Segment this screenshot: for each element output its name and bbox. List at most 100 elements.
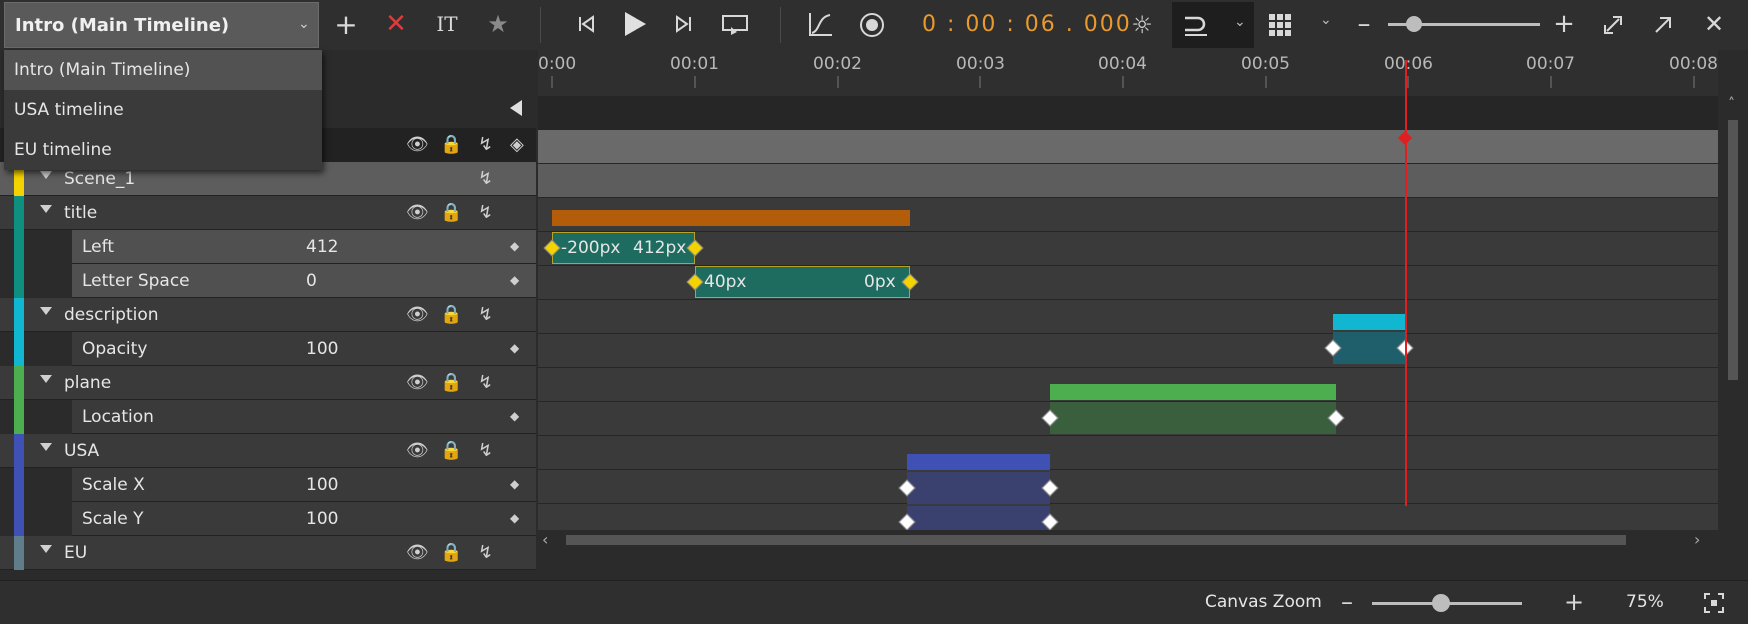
timeline-zoom-slider[interactable] (1388, 16, 1540, 32)
playhead-line[interactable] (1405, 60, 1407, 506)
keyframe-icon[interactable]: ◆ (510, 341, 519, 355)
usa-clip-bar[interactable] (907, 454, 1050, 470)
expand-icon[interactable] (40, 205, 52, 213)
property-row[interactable]: Letter Space 0 ◆ (72, 264, 536, 298)
canvas-zoom-value[interactable]: 75% (1626, 592, 1664, 612)
property-row[interactable]: Scale X 100 ◆ (72, 468, 536, 502)
keyframe-icon[interactable]: ◆ (510, 239, 519, 253)
opacity-tween[interactable] (1333, 332, 1405, 364)
lock-icon[interactable]: 🔒 (440, 134, 462, 155)
lock-icon[interactable]: 🔒 (440, 202, 462, 223)
menu-item-usa[interactable]: USA timeline (4, 90, 322, 130)
time-ruler[interactable]: 0:00 00:01 00:02 00:03 00:04 00:05 00:06… (538, 50, 1718, 126)
timeline-selector[interactable]: Intro (Main Timeline) ⌄ (4, 2, 319, 48)
layer-row-usa[interactable]: USA 👁 🔒 ↯ (0, 434, 536, 468)
track-title[interactable] (538, 164, 1718, 198)
lightning-icon[interactable]: ↯ (478, 304, 493, 325)
eye-icon[interactable]: 👁 (406, 440, 429, 461)
property-row[interactable]: Left 412 ◆ (72, 230, 536, 264)
fit-screen-icon[interactable] (1700, 589, 1728, 617)
title-clip-bar[interactable] (552, 210, 910, 226)
easing-graph-icon[interactable] (803, 8, 837, 42)
eye-icon[interactable]: 👁 (406, 134, 429, 155)
expand-icon[interactable] (40, 443, 52, 451)
record-icon[interactable] (855, 8, 889, 42)
text-size-icon[interactable]: IT (430, 8, 464, 40)
description-clip-bar[interactable] (1333, 314, 1405, 330)
light-bulb-icon[interactable]: ☼ (1125, 8, 1159, 42)
lightning-icon[interactable]: ↯ (478, 542, 493, 563)
horizontal-scrollbar[interactable]: ‹ › (538, 530, 1718, 550)
track-scale-x[interactable] (538, 436, 1718, 470)
scrollbar-thumb[interactable] (1728, 120, 1738, 380)
chevron-down-icon[interactable]: ⌄ (1320, 12, 1332, 28)
add-icon[interactable]: + (330, 8, 362, 41)
location-tween[interactable] (1050, 402, 1336, 434)
layer-row-title[interactable]: title 👁 🔒 ↯ (0, 196, 536, 230)
expand-icon[interactable] (40, 307, 52, 315)
lightning-icon[interactable]: ↯ (478, 168, 493, 189)
lightning-icon[interactable]: ↯ (478, 440, 493, 461)
property-value[interactable]: 100 (306, 475, 338, 495)
menu-item-eu[interactable]: EU timeline (4, 130, 322, 170)
layer-row-description[interactable]: description 👁 🔒 ↯ (0, 298, 536, 332)
property-row[interactable]: Opacity 100 ◆ (72, 332, 536, 366)
popout-icon[interactable] (1648, 10, 1678, 40)
property-row[interactable]: Location ◆ (72, 400, 536, 434)
expand-icon[interactable] (40, 171, 52, 179)
lock-icon[interactable]: 🔒 (440, 304, 462, 325)
property-value[interactable]: 412 (306, 237, 338, 257)
track-opacity[interactable] (538, 300, 1718, 334)
property-value[interactable]: 100 (306, 509, 338, 529)
track-scale-y[interactable] (538, 470, 1718, 504)
grid-icon[interactable] (1265, 10, 1295, 40)
vertical-scrollbar[interactable]: ˄ (1718, 96, 1748, 550)
lock-icon[interactable]: 🔒 (440, 372, 462, 393)
letter-space-tween[interactable]: 40px 0px (695, 266, 910, 298)
layer-row-plane[interactable]: plane 👁 🔒 ↯ (0, 366, 536, 400)
left-tween[interactable]: -200px 412px (552, 232, 695, 264)
timecode-display[interactable]: 0 : 00 : 06 . 000 (922, 12, 1132, 37)
slider-thumb[interactable] (1432, 594, 1450, 612)
slider-thumb[interactable] (1406, 16, 1422, 32)
star-icon[interactable]: ★ (482, 8, 514, 40)
lightning-icon[interactable]: ↯ (478, 202, 493, 223)
track-plane[interactable] (538, 334, 1718, 368)
scroll-right-icon[interactable]: › (1694, 530, 1700, 549)
delete-icon[interactable]: ✕ (380, 8, 412, 40)
track-letter-space[interactable] (538, 232, 1718, 266)
keyframe-icon[interactable]: ◆ (510, 511, 519, 525)
lock-icon[interactable]: 🔒 (440, 440, 462, 461)
lightning-icon[interactable]: ↯ (478, 134, 493, 155)
eye-icon[interactable]: 👁 (406, 542, 429, 563)
close-icon[interactable]: ✕ (1698, 8, 1730, 40)
canvas-zoom-in-icon[interactable]: + (1563, 587, 1585, 617)
property-row[interactable]: Scale Y 100 ◆ (72, 502, 536, 536)
scroll-left-icon[interactable]: ‹ (542, 530, 548, 549)
scale-x-tween[interactable] (907, 472, 1050, 504)
keyframe-icon[interactable]: ◆ (510, 273, 519, 287)
property-value[interactable]: 0 (306, 271, 317, 291)
scrollbar-thumb[interactable] (566, 535, 1626, 545)
eye-icon[interactable]: 👁 (406, 372, 429, 393)
layer-row-eu[interactable]: EU 👁 🔒 ↯ (0, 536, 536, 570)
lock-icon[interactable]: 🔒 (440, 542, 462, 563)
expand-icon[interactable] (40, 545, 52, 553)
scroll-up-icon[interactable]: ˄ (1728, 96, 1735, 112)
track-scene[interactable] (538, 130, 1718, 164)
lightning-icon[interactable]: ↯ (478, 372, 493, 393)
play-icon[interactable] (617, 6, 653, 42)
zoom-out-icon[interactable]: – (1352, 8, 1376, 40)
snap-toggle[interactable]: ⌄ (1172, 2, 1254, 48)
plane-clip-bar[interactable] (1050, 384, 1336, 400)
skip-back-icon[interactable] (570, 8, 602, 40)
canvas-zoom-out-icon[interactable]: – (1336, 587, 1358, 617)
menu-item-intro[interactable]: Intro (Main Timeline) (4, 50, 322, 90)
keyframe-icon[interactable]: ◆ (510, 477, 519, 491)
eye-icon[interactable]: 👁 (406, 304, 429, 325)
collapse-panel-icon[interactable] (510, 100, 522, 116)
keyframe-icon[interactable]: ◆ (510, 409, 519, 423)
canvas-zoom-slider[interactable] (1372, 594, 1522, 612)
timeline-tracks[interactable]: -200px 412px 40px 0px ‹ › (538, 60, 1718, 550)
skip-forward-icon[interactable] (668, 8, 700, 40)
